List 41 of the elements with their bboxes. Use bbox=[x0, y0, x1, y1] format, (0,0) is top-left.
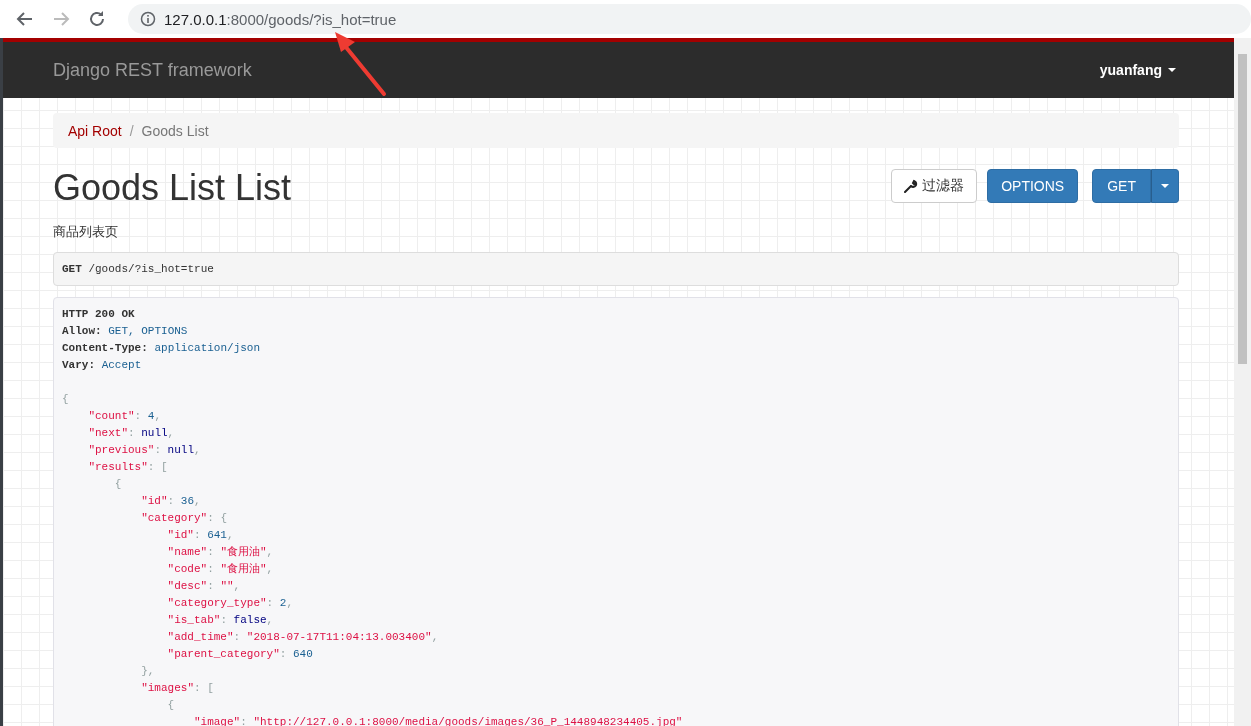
code-line: "desc": "", bbox=[167, 579, 241, 594]
get-button[interactable]: GET bbox=[1092, 169, 1151, 203]
code-line: "category": { bbox=[141, 511, 227, 526]
options-button[interactable]: OPTIONS bbox=[987, 169, 1079, 203]
header-line: Allow: GET, OPTIONS bbox=[62, 324, 188, 339]
code-line: "parent_category": 640 bbox=[167, 647, 313, 662]
code-line: "count": 4, bbox=[88, 409, 162, 424]
header-line: Content-Type: application/json bbox=[62, 341, 261, 356]
code-line: "category_type": 2, bbox=[167, 596, 293, 611]
filter-button[interactable]: 过滤器 bbox=[891, 169, 978, 203]
caret-icon bbox=[1168, 68, 1176, 72]
code-line: "id": 36, bbox=[141, 494, 201, 509]
request-line: GET /goods/?is_hot=true bbox=[62, 262, 214, 276]
code-line: "add_time": "2018-07-17T11:04:13.003400", bbox=[167, 630, 439, 645]
wrench-icon bbox=[904, 179, 919, 193]
code-line: "previous": null, bbox=[88, 443, 201, 458]
page-title: Goods List List bbox=[53, 168, 292, 208]
code-line: }, bbox=[141, 664, 155, 679]
breadcrumb-separator: / bbox=[129, 122, 134, 139]
status-line: HTTP 200 OK bbox=[62, 307, 135, 322]
code-line: { bbox=[114, 477, 122, 492]
code-line: { bbox=[167, 698, 175, 713]
breadcrumb-link[interactable]: Goods List bbox=[141, 122, 209, 139]
code-line: "results": [ bbox=[88, 460, 168, 475]
code-line: { bbox=[62, 392, 69, 407]
code-line: "next": null, bbox=[88, 426, 175, 441]
page-description: 商品列表页 bbox=[53, 223, 119, 241]
brand-link[interactable]: Django REST framework bbox=[53, 59, 252, 81]
user-menu[interactable]: yuanfang bbox=[1099, 62, 1176, 78]
breadcrumb-link[interactable]: Api Root bbox=[68, 122, 122, 139]
code-line: "id": 641, bbox=[167, 528, 234, 543]
code-line: "images": [ bbox=[141, 681, 214, 696]
info-icon bbox=[140, 11, 156, 27]
code-line: "code": "食用油", bbox=[167, 562, 274, 577]
url-text: 127.0.0.1:8000/goods/?is_hot=true bbox=[164, 10, 397, 28]
dropdown-button[interactable] bbox=[1151, 169, 1179, 203]
scrollbar[interactable] bbox=[1234, 38, 1251, 726]
address-bar[interactable]: 127.0.0.1:8000/goods/?is_hot=true bbox=[128, 4, 1251, 34]
header-line: Vary: Accept bbox=[62, 358, 142, 373]
code-line: "is_tab": false, bbox=[167, 613, 274, 628]
code-line: "name": "食用油", bbox=[167, 545, 274, 560]
